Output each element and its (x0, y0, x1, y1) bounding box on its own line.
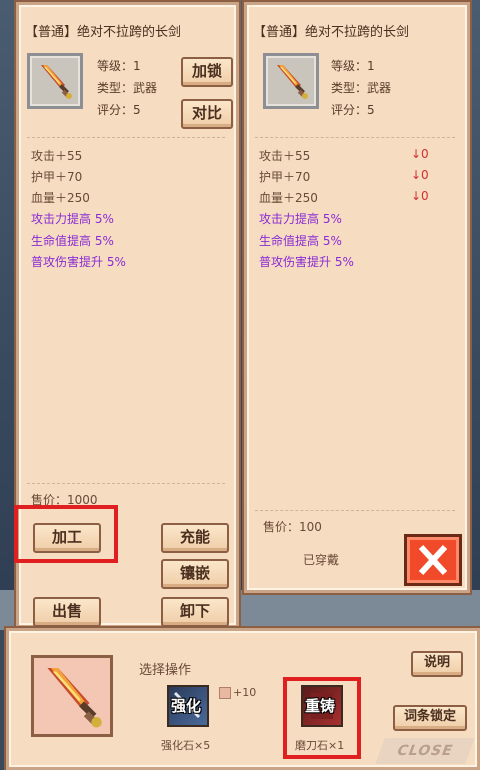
bonus-attack: 攻击力提高 5% (259, 212, 342, 226)
divider (27, 137, 225, 138)
close-button[interactable] (404, 534, 462, 586)
inlay-button[interactable]: 镶嵌 (161, 559, 229, 589)
stat-diff-hp: ↓0 (411, 189, 429, 203)
sword-icon (41, 65, 72, 99)
equipped-status: 已穿戴 (303, 553, 340, 567)
stat-diff-attack: ↓0 (411, 147, 429, 161)
divider (255, 510, 455, 511)
enhance-option[interactable]: 强化 (167, 685, 209, 727)
item-type: 类型：武器 (97, 81, 158, 95)
divider (27, 483, 225, 484)
enhance-plus-value: +10 (233, 686, 257, 699)
item-title: 【普通】绝对不拉跨的长剑 (253, 25, 410, 40)
divider (255, 137, 455, 138)
item-score: 评分：5 (97, 103, 141, 117)
operation-label: 选择操作 (139, 663, 192, 678)
item-icon-frame (263, 53, 319, 109)
sword-icon (277, 65, 308, 99)
highlight-frame (14, 505, 118, 563)
lock-entry-button[interactable]: 词条锁定 (393, 705, 467, 731)
item-level: 等级：1 (97, 59, 141, 73)
stat-armor: 护甲＋70 (259, 170, 311, 184)
item-icon-frame (27, 53, 83, 109)
unequip-button[interactable]: 卸下 (161, 597, 229, 627)
equipped-item-panel: 【普通】绝对不拉跨的长剑 等级：1 类型：武器 评分：5 攻击＋55 ↓0 护甲… (244, 2, 470, 593)
enhance-cost: 强化石×5 (161, 739, 211, 752)
sword-icon (47, 668, 102, 728)
stat-diff-armor: ↓0 (411, 168, 429, 182)
stat-hp: 血量＋250 (259, 191, 318, 205)
charge-button[interactable]: 充能 (161, 523, 229, 553)
stat-attack: 攻击＋55 (259, 149, 311, 163)
bonus-hp: 生命值提高 5% (31, 234, 114, 248)
item-score: 评分：5 (331, 103, 375, 117)
item-type: 类型：武器 (331, 81, 392, 95)
selected-item-frame (31, 655, 113, 737)
item-price: 售价：100 (263, 520, 322, 534)
stat-attack: 攻击＋55 (31, 149, 83, 163)
bonus-normal-attack: 普攻伤害提升 5% (31, 255, 126, 269)
item-title: 【普通】绝对不拉跨的长剑 (25, 25, 182, 40)
close-tab[interactable]: CLOSE (375, 738, 475, 764)
compare-button[interactable]: 对比 (181, 99, 233, 129)
enhance-checkbox[interactable] (219, 687, 231, 699)
stat-armor: 护甲＋70 (31, 170, 83, 184)
lock-button[interactable]: 加锁 (181, 57, 233, 87)
help-button[interactable]: 说明 (411, 651, 463, 677)
bonus-normal-attack: 普攻伤害提升 5% (259, 255, 354, 269)
bonus-hp: 生命值提高 5% (259, 234, 342, 248)
close-icon (418, 544, 448, 576)
item-level: 等级：1 (331, 59, 375, 73)
highlight-frame (283, 677, 361, 759)
sell-button[interactable]: 出售 (33, 597, 101, 627)
stat-hp: 血量＋250 (31, 191, 90, 205)
enhance-label: 强化 (171, 697, 202, 715)
bonus-attack: 攻击力提高 5% (31, 212, 114, 226)
